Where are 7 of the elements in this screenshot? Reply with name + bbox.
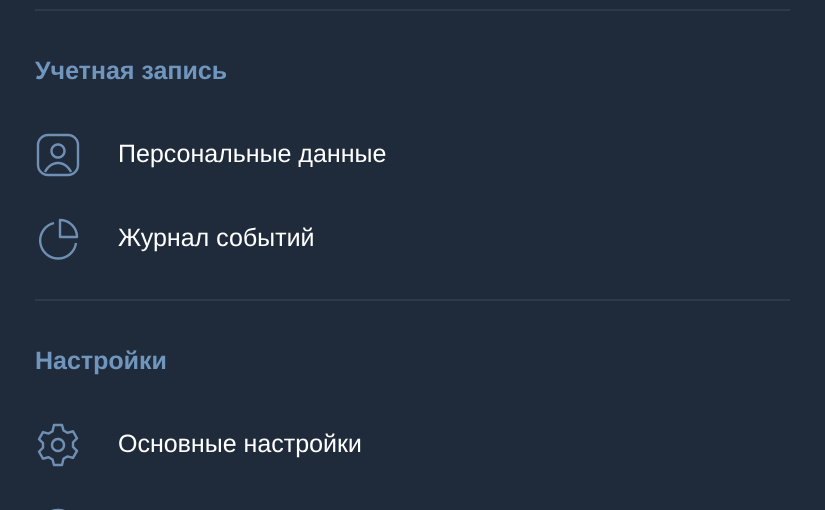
menu-item[interactable]: Журнал событий — [118, 220, 315, 258]
settings-icon — [35, 422, 81, 468]
section-title: Учетная запись — [35, 56, 228, 87]
menu-item[interactable]: Персональные данные — [118, 136, 386, 174]
section-title: Настройки — [35, 346, 168, 377]
user-icon — [35, 132, 81, 178]
menu-item[interactable]: Основные настройки — [118, 426, 362, 464]
